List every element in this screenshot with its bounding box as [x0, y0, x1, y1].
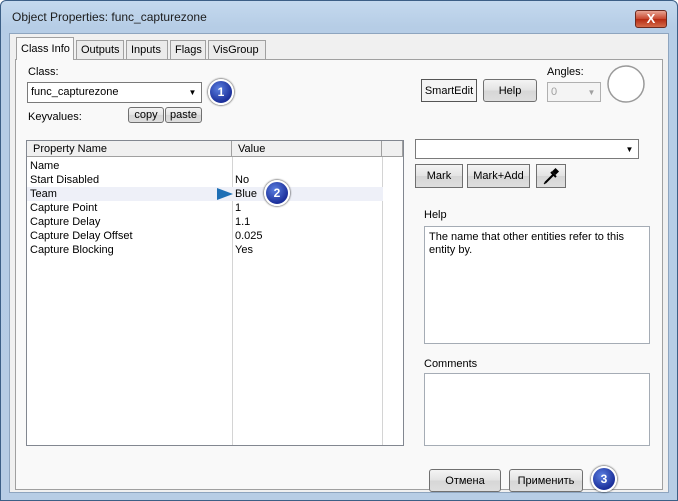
- tab-class-info[interactable]: Class Info: [16, 37, 74, 60]
- cancel-button[interactable]: Отмена: [429, 469, 501, 492]
- mark-add-button[interactable]: Mark+Add: [467, 164, 530, 188]
- chevron-down-icon[interactable]: ▼: [185, 84, 200, 101]
- property-name-cell: Capture Blocking: [30, 244, 114, 256]
- annotation-arrow-icon: [63, 188, 233, 200]
- property-value-cell: 0.025: [235, 230, 263, 242]
- keyvalues-label: Keyvalues:: [28, 111, 82, 123]
- help-title: Help: [424, 209, 447, 221]
- angles-label: Angles:: [547, 66, 584, 78]
- annotation-badge-3: 3: [591, 466, 617, 492]
- tab-outputs[interactable]: Outputs: [76, 40, 124, 59]
- column-header-filler: [382, 141, 403, 157]
- help-button[interactable]: Help: [483, 79, 537, 102]
- property-row[interactable]: Capture Delay Offset 0.025: [27, 229, 383, 243]
- chevron-down-icon[interactable]: ▼: [584, 84, 599, 100]
- help-text-box: The name that other entities refer to th…: [424, 226, 650, 344]
- tab-flags[interactable]: Flags: [170, 40, 206, 59]
- window-title: Object Properties: func_capturezone: [12, 10, 207, 24]
- tab-visgroup[interactable]: VisGroup: [208, 40, 266, 59]
- property-row[interactable]: Capture Point 1: [27, 201, 383, 215]
- class-label: Class:: [28, 66, 59, 78]
- copy-button[interactable]: copy: [128, 107, 164, 123]
- close-button[interactable]: X: [635, 10, 667, 28]
- property-name-cell: Capture Delay: [30, 216, 101, 228]
- property-row[interactable]: Capture Blocking Yes: [27, 243, 383, 257]
- paste-button[interactable]: paste: [165, 107, 202, 123]
- annotation-badge-1: 1: [208, 79, 234, 105]
- angles-value: 0: [551, 86, 558, 98]
- mark-button[interactable]: Mark: [415, 164, 463, 188]
- property-row[interactable]: Capture Delay 1.1: [27, 215, 383, 229]
- eyedropper-icon: [543, 167, 560, 185]
- class-value: func_capturezone: [31, 86, 119, 98]
- property-name-cell: Capture Point: [30, 202, 98, 214]
- keyvalue-combobox[interactable]: ▼: [415, 139, 639, 159]
- angles-combobox[interactable]: 0 ▼: [547, 82, 601, 102]
- column-header-value[interactable]: Value: [232, 141, 382, 157]
- angle-dial-icon[interactable]: [605, 63, 647, 105]
- chevron-down-icon[interactable]: ▼: [622, 141, 637, 157]
- property-row[interactable]: Name: [27, 159, 383, 173]
- apply-button[interactable]: Применить: [509, 469, 583, 492]
- smartedit-button[interactable]: SmartEdit: [421, 79, 477, 102]
- property-value-cell: 1.1: [235, 216, 251, 228]
- comments-field[interactable]: [424, 373, 650, 446]
- eyedropper-button[interactable]: [536, 164, 566, 188]
- close-icon: X: [646, 11, 656, 26]
- annotation-badge-2: 2: [264, 180, 290, 206]
- property-value-cell: Yes: [235, 244, 253, 256]
- property-value-cell: 1: [235, 202, 242, 214]
- property-name-cell: Capture Delay Offset: [30, 230, 133, 242]
- help-text: The name that other entities refer to th…: [429, 231, 625, 256]
- class-combobox[interactable]: func_capturezone ▼: [27, 82, 202, 103]
- column-header-property-name[interactable]: Property Name: [27, 141, 232, 157]
- property-name-cell: Team: [30, 188, 57, 200]
- tab-inputs[interactable]: Inputs: [126, 40, 168, 59]
- object-properties-window: Object Properties: func_capturezone X Cl…: [0, 0, 678, 501]
- comments-title: Comments: [424, 358, 478, 370]
- property-name-cell: Name: [30, 160, 60, 172]
